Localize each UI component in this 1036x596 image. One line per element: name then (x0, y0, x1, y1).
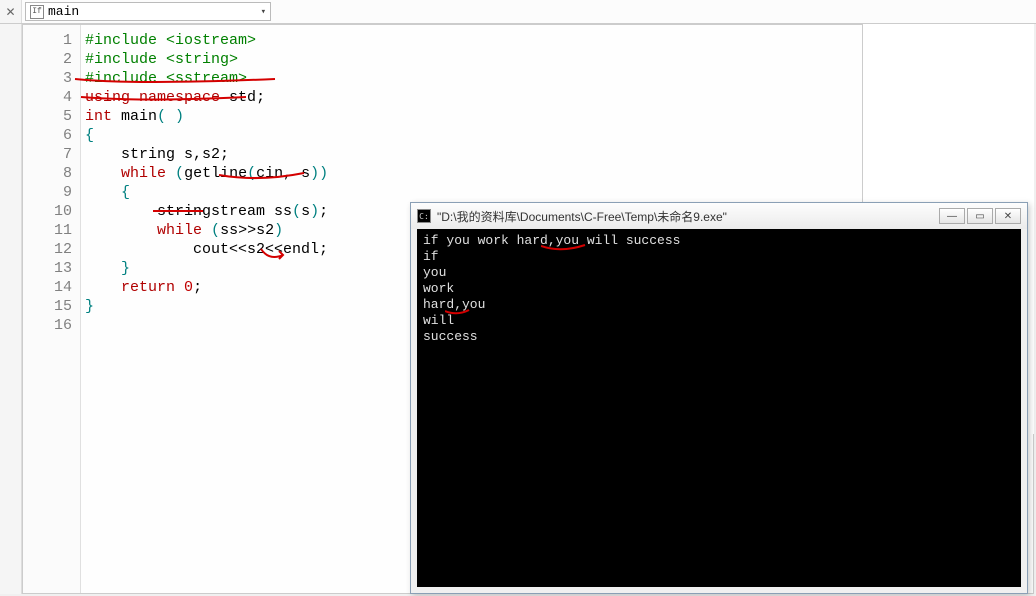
close-tab-button[interactable]: ✕ (0, 0, 22, 23)
line-number: 9 (23, 183, 80, 202)
function-dropdown-label: main (48, 4, 79, 19)
console-line: hard,you (423, 297, 1015, 313)
close-icon: ✕ (5, 5, 15, 19)
function-icon: If (30, 5, 44, 19)
line-number: 4 (23, 88, 80, 107)
console-line: you (423, 265, 1015, 281)
chevron-down-icon: ▾ (261, 7, 266, 17)
console-line: will (423, 313, 1015, 329)
console-line: work (423, 281, 1015, 297)
close-button[interactable]: ✕ (995, 208, 1021, 224)
line-number: 2 (23, 50, 80, 69)
console-title-text: "D:\我的资料库\Documents\C-Free\Temp\未命名9.exe… (437, 208, 727, 225)
line-number: 12 (23, 240, 80, 259)
line-number: 6 (23, 126, 80, 145)
gutter: 1 2 3 4 5 6 7 8 9 10 11 12 13 14 15 16 (23, 25, 81, 593)
console-line: if (423, 249, 1015, 265)
console-body[interactable]: if you work hard,you will success if you… (417, 229, 1021, 587)
console-window: C: "D:\我的资料库\Documents\C-Free\Temp\未命名9.… (410, 202, 1028, 594)
line-number: 15 (23, 297, 80, 316)
console-titlebar[interactable]: C: "D:\我的资料库\Documents\C-Free\Temp\未命名9.… (411, 203, 1027, 229)
console-line: success (423, 329, 1015, 345)
top-bar: ✕ If main ▾ (0, 0, 1036, 24)
line-number: 16 (23, 316, 80, 335)
console-app-icon: C: (417, 209, 431, 223)
function-dropdown[interactable]: If main ▾ (25, 2, 271, 21)
maximize-button[interactable]: ▭ (967, 208, 993, 224)
left-strip (0, 24, 22, 594)
line-number: 7 (23, 145, 80, 164)
line-number: 5 (23, 107, 80, 126)
line-number: 10 (23, 202, 80, 221)
line-number: 8 (23, 164, 80, 183)
line-number: 1 (23, 31, 80, 50)
window-buttons: — ▭ ✕ (939, 208, 1021, 224)
line-number: 11 (23, 221, 80, 240)
line-number: 14 (23, 278, 80, 297)
console-line: if you work hard,you will success (423, 233, 1015, 249)
line-number: 3 (23, 69, 80, 88)
line-number: 13 (23, 259, 80, 278)
minimize-button[interactable]: — (939, 208, 965, 224)
